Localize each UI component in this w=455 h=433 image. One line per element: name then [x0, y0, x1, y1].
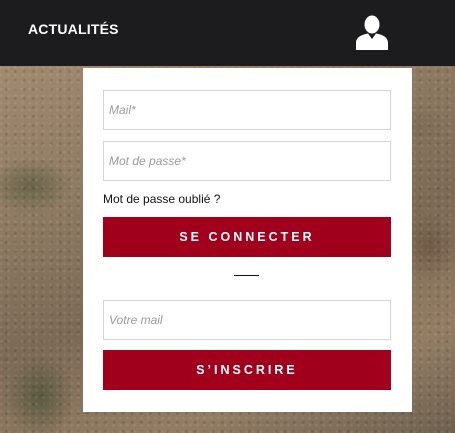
forgot-password-link[interactable]: Mot de passe oublié ?	[103, 192, 220, 206]
account-button[interactable]	[353, 14, 391, 50]
section-divider	[234, 275, 259, 276]
login-panel: Mot de passe oublié ? SE CONNECTER S’INS…	[83, 68, 412, 412]
login-button[interactable]: SE CONNECTER	[103, 217, 391, 257]
page-title[interactable]: ACTUALITÉS	[28, 21, 119, 37]
user-icon	[356, 15, 388, 50]
password-field[interactable]	[103, 141, 391, 181]
top-navigation-bar: ACTUALITÉS	[0, 0, 455, 66]
email-field[interactable]	[103, 90, 391, 130]
newsletter-email-field[interactable]	[103, 300, 391, 340]
subscribe-button[interactable]: S’INSCRIRE	[103, 350, 391, 390]
